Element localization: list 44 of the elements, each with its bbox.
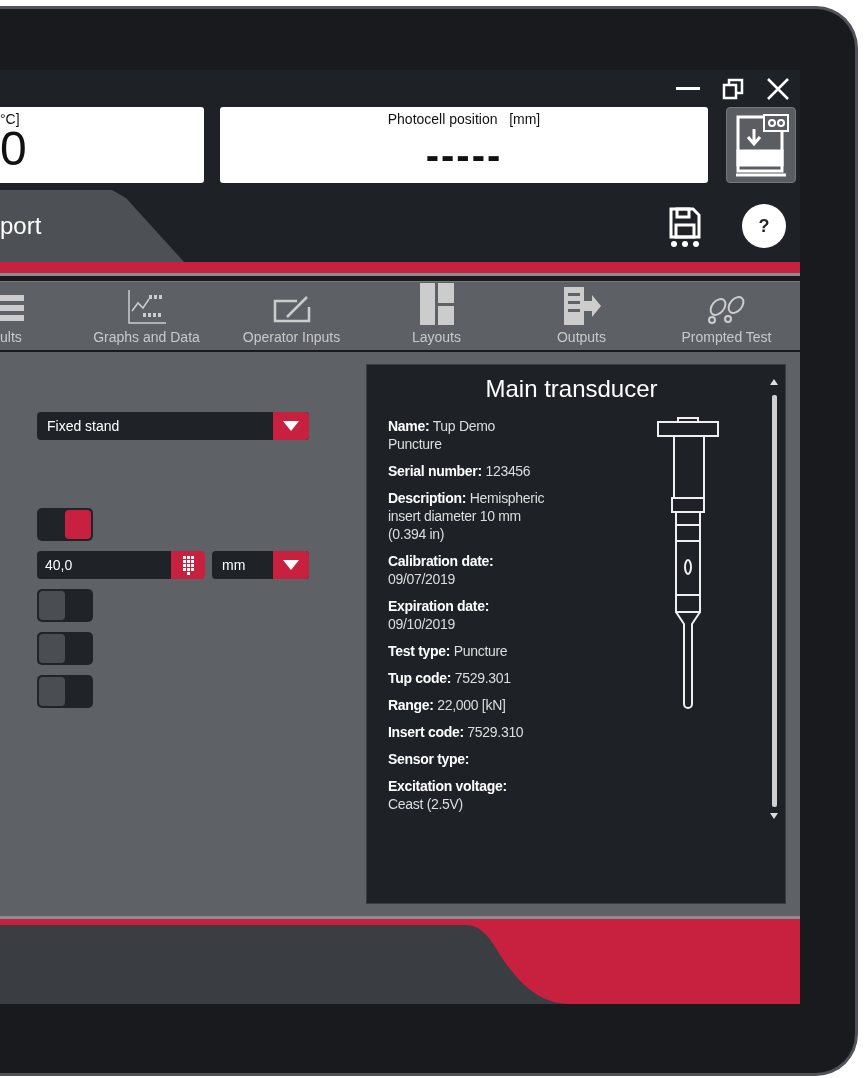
unit-dropdown[interactable]: mm [212,551,309,579]
toolbar-button[interactable]: Graphs and Data [74,282,219,350]
info-text: Name: Tup Demo Puncture [388,417,497,453]
help-button[interactable]: ? [742,204,786,248]
graph-icon [126,289,167,325]
number-field[interactable]: 40,0 [37,551,171,579]
info-text: Sensor type: [388,750,471,768]
output-arrow-icon [561,287,602,325]
info-text: Expiration date: 09/10/2019 [388,597,490,633]
info-text: Excitation voltage: Ceast (2.5V) [388,777,508,813]
close-icon[interactable] [766,76,790,101]
keypad-icon [182,555,194,575]
dropdown-caret-icon [282,420,300,432]
toolbar-button[interactable]: Prompted Test [654,282,799,350]
scroll-down-icon[interactable] [770,813,778,819]
info-text: Tup code: 7529.301 [388,669,512,687]
scroll-up-icon[interactable] [770,379,778,385]
info-text: Insert code: 7529.310 [388,723,525,741]
keypad-button[interactable] [171,551,205,579]
save-icon[interactable] [668,206,702,248]
toolbar-button[interactable]: Operator Inputs [219,282,364,350]
columns-icon [419,283,454,325]
toolbar-button[interactable]: Layouts [364,282,509,350]
readout-label: Photocell position [mm] [386,111,542,127]
machine-button[interactable] [726,107,796,183]
minimize-icon[interactable] [676,86,700,91]
panel-title: Main transducer [484,375,659,403]
restore-icon[interactable] [722,77,744,100]
info-text: Description: Hemispheric insert diameter 10 mm (0.394 in) [388,489,546,543]
toolbar-button[interactable]: Outputs [509,282,654,350]
info-text: Test type: Puncture [388,642,509,660]
toggle-switch[interactable] [37,632,93,665]
dropdown-caret-icon [282,559,300,571]
info-text: Serial number: 123456 [388,462,532,480]
readout-value: ----- [424,133,504,177]
scrollbar-thumb[interactable] [771,395,777,807]
info-text: Calibration date: 09/07/2019 [388,552,495,588]
toggle-switch[interactable] [37,508,93,541]
toggle-switch[interactable] [37,589,93,622]
stand-dropdown[interactable]: Fixed stand [37,412,309,440]
info-text: Range: 22,000 [kN] [388,696,507,714]
tab[interactable]: port [0,190,184,262]
toolbar-button[interactable]: ults [0,282,74,350]
toggle-switch[interactable] [37,675,93,708]
